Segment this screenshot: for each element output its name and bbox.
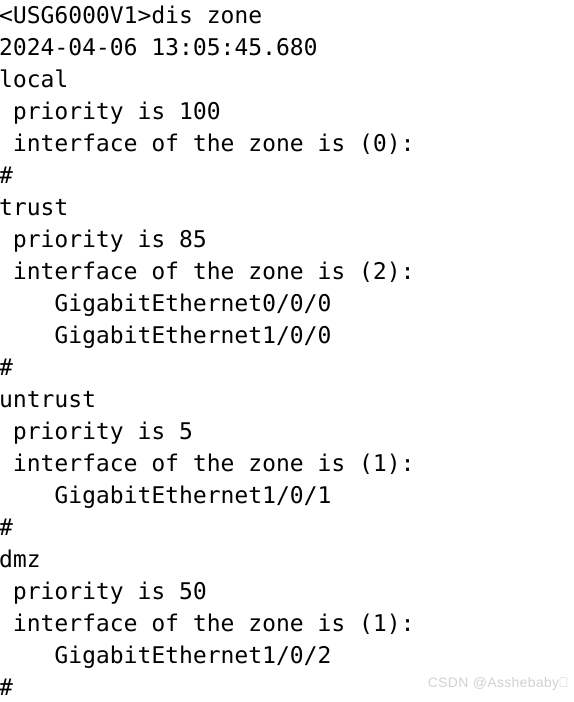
zone-interface-header-untrust: interface of the zone is (1): [0, 451, 415, 477]
zone-priority-dmz: priority is 50 [0, 579, 207, 605]
zone-interface-item: GigabitEthernet1/0/0 [0, 323, 332, 349]
zone-priority-trust: priority is 85 [0, 227, 207, 253]
zone-name-local: local [0, 67, 69, 93]
zone-name-dmz: dmz [0, 547, 41, 573]
zone-separator-trust: # [0, 355, 13, 381]
zone-interface-header-dmz: interface of the zone is (1): [0, 611, 415, 637]
zone-interface-item: GigabitEthernet1/0/1 [0, 483, 332, 509]
zone-name-untrust: untrust [0, 387, 96, 413]
zone-interface-header-local: interface of the zone is (0): [0, 131, 415, 157]
terminal-screen: <USG6000V1>dis zone 2024-04-06 13:05:45.… [0, 0, 574, 702]
console-line-timestamp: 2024-04-06 13:05:45.680 [0, 35, 318, 61]
zone-separator-untrust: # [0, 515, 13, 541]
csdn-watermark: CSDN @Asshebaby⎕ [427, 674, 568, 690]
zone-interface-item: GigabitEthernet1/0/2 [0, 643, 332, 669]
zone-priority-untrust: priority is 5 [0, 419, 193, 445]
zone-name-trust: trust [0, 195, 69, 221]
console-line-command: <USG6000V1>dis zone [0, 3, 263, 29]
zone-priority-local: priority is 100 [0, 99, 221, 125]
console-output[interactable]: <USG6000V1>dis zone 2024-04-06 13:05:45.… [0, 0, 574, 702]
zone-interface-item: GigabitEthernet0/0/0 [0, 291, 332, 317]
zone-separator-local: # [0, 163, 13, 189]
zone-interface-header-trust: interface of the zone is (2): [0, 259, 415, 285]
